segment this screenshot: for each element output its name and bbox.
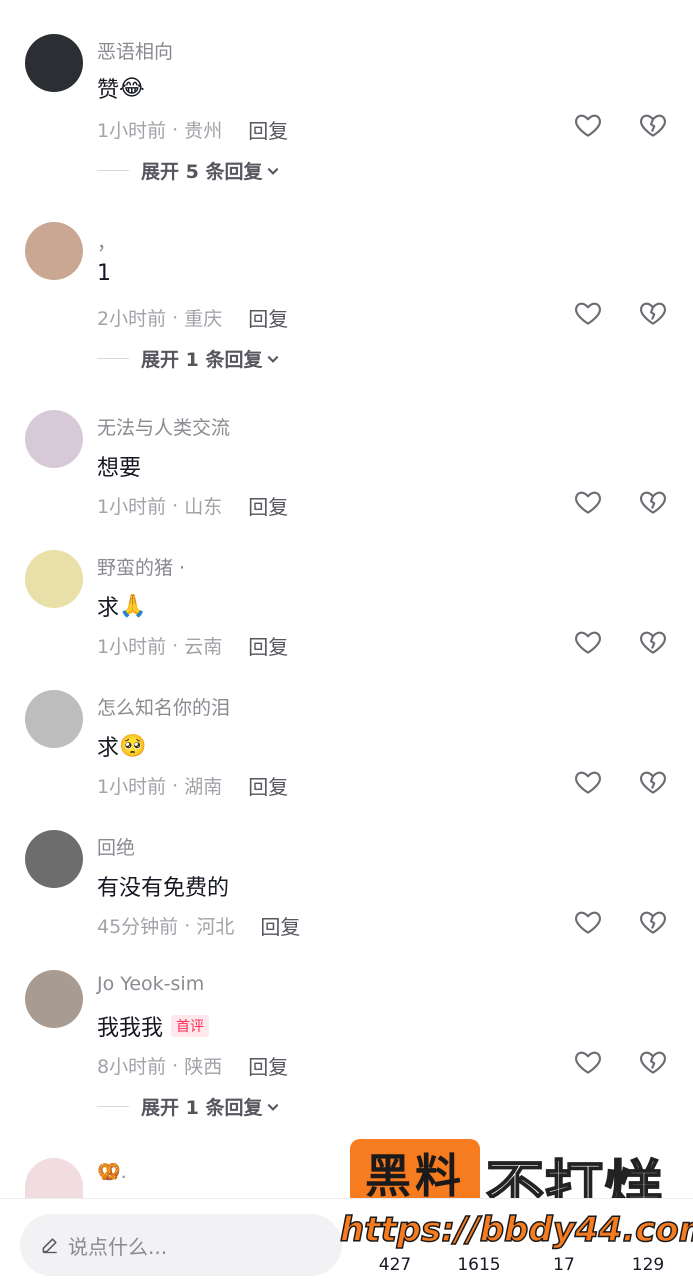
broken-heart-icon[interactable] — [638, 907, 668, 937]
comment-meta: 1小时前 · 贵州 回复 — [97, 115, 288, 144]
action-count[interactable]: 17 — [534, 1255, 594, 1275]
comment-location: 重庆 — [184, 308, 223, 330]
comment-time: 45分钟前 — [97, 916, 179, 938]
divider — [97, 1106, 129, 1107]
comment-location: 湖南 — [184, 776, 223, 798]
emoji: 🙏 — [119, 593, 147, 619]
emoji: 🥺 — [119, 733, 147, 759]
divider — [97, 358, 129, 359]
chevron-down-icon — [268, 1103, 279, 1111]
chevron-down-icon — [268, 355, 279, 363]
avatar[interactable] — [25, 410, 83, 468]
comment-username[interactable]: 🥨. — [97, 1160, 127, 1183]
heart-icon[interactable] — [573, 907, 603, 937]
action-count[interactable]: 129 — [618, 1255, 678, 1275]
comment-time: 1小时前 — [97, 776, 167, 798]
comment-username[interactable]: ， — [97, 228, 116, 255]
reply-button[interactable]: 回复 — [248, 771, 288, 800]
comment-username[interactable]: Jo Yeok-sim — [97, 973, 204, 995]
comment-meta: 45分钟前 · 河北 回复 — [97, 911, 300, 940]
comment-text: 1 — [97, 261, 111, 286]
emoji: 😂 — [119, 75, 145, 101]
expand-replies-button[interactable]: 展开 5 条回复 — [97, 157, 280, 184]
action-count[interactable]: 427 — [365, 1255, 425, 1275]
comment-text: 我我我 首评 — [97, 1010, 210, 1042]
comment-location: 陕西 — [184, 1056, 223, 1078]
first-comment-badge: 首评 — [171, 1015, 210, 1037]
reply-button[interactable]: 回复 — [248, 115, 288, 144]
action-count[interactable]: 1615 — [449, 1255, 509, 1275]
comment-input-placeholder: 说点什么... — [68, 1234, 168, 1259]
comment-location: 云南 — [184, 636, 223, 658]
comment-text: 赞 😂 — [97, 75, 145, 104]
reply-button[interactable]: 回复 — [248, 631, 288, 660]
heart-icon[interactable] — [573, 1047, 603, 1077]
heart-icon[interactable] — [573, 487, 603, 517]
chevron-down-icon — [268, 167, 279, 175]
comment-meta: 1小时前 · 湖南 回复 — [97, 771, 288, 800]
comment-text: 想要 — [97, 456, 142, 481]
reply-button[interactable]: 回复 — [248, 491, 288, 520]
avatar[interactable] — [25, 34, 83, 92]
broken-heart-icon[interactable] — [638, 298, 668, 328]
expand-replies-button[interactable]: 展开 1 条回复 — [97, 345, 280, 372]
expand-replies-button[interactable]: 展开 1 条回复 — [97, 1093, 280, 1120]
comment-username[interactable]: 野蛮的猪 · — [97, 553, 185, 580]
avatar[interactable] — [25, 970, 83, 1028]
comment-time: 8小时前 — [97, 1056, 167, 1078]
comment-meta: 1小时前 · 云南 回复 — [97, 631, 288, 660]
heart-icon[interactable] — [573, 298, 603, 328]
broken-heart-icon[interactable] — [638, 767, 668, 797]
comment-username[interactable]: 无法与人类交流 — [97, 413, 230, 440]
heart-icon[interactable] — [573, 767, 603, 797]
avatar[interactable] — [25, 550, 83, 608]
avatar[interactable] — [25, 1158, 83, 1198]
comment-time: 1小时前 — [97, 496, 167, 518]
reply-button[interactable]: 回复 — [260, 911, 300, 940]
comment-text: 求 🙏 — [97, 593, 147, 622]
reply-button[interactable]: 回复 — [248, 303, 288, 332]
comment-time: 1小时前 — [97, 120, 167, 142]
comment-input[interactable]: 说点什么... — [20, 1214, 342, 1276]
comment-location: 山东 — [184, 496, 223, 518]
heart-icon[interactable] — [573, 110, 603, 140]
heart-icon[interactable] — [573, 627, 603, 657]
comment-text: 求 🥺 — [97, 733, 147, 762]
comment-time: 1小时前 — [97, 636, 167, 658]
comment-location: 河北 — [196, 916, 235, 938]
comment-username[interactable]: 回绝 — [97, 833, 135, 860]
comment-meta: 8小时前 · 陕西 回复 — [97, 1051, 288, 1080]
watermark-url: https://bbdy44.com — [339, 1209, 693, 1251]
avatar[interactable] — [25, 222, 83, 280]
avatar[interactable] — [25, 690, 83, 748]
reply-button[interactable]: 回复 — [248, 1051, 288, 1080]
comment-username[interactable]: 怎么知名你的泪 — [97, 693, 230, 720]
broken-heart-icon[interactable] — [638, 487, 668, 517]
comment-meta: 1小时前 · 山东 回复 — [97, 491, 288, 520]
comment-time: 2小时前 — [97, 308, 167, 330]
comment-text: 有没有免费的 — [97, 876, 230, 901]
comment-username[interactable]: 恶语相向 — [97, 37, 173, 64]
broken-heart-icon[interactable] — [638, 1047, 668, 1077]
pencil-icon — [42, 1238, 57, 1254]
comment-meta: 2小时前 · 重庆 回复 — [97, 303, 288, 332]
avatar[interactable] — [25, 830, 83, 888]
broken-heart-icon[interactable] — [638, 110, 668, 140]
broken-heart-icon[interactable] — [638, 627, 668, 657]
watermark-logo: 黑料 — [350, 1139, 480, 1207]
comment-location: 贵州 — [184, 120, 223, 142]
divider — [97, 170, 129, 171]
